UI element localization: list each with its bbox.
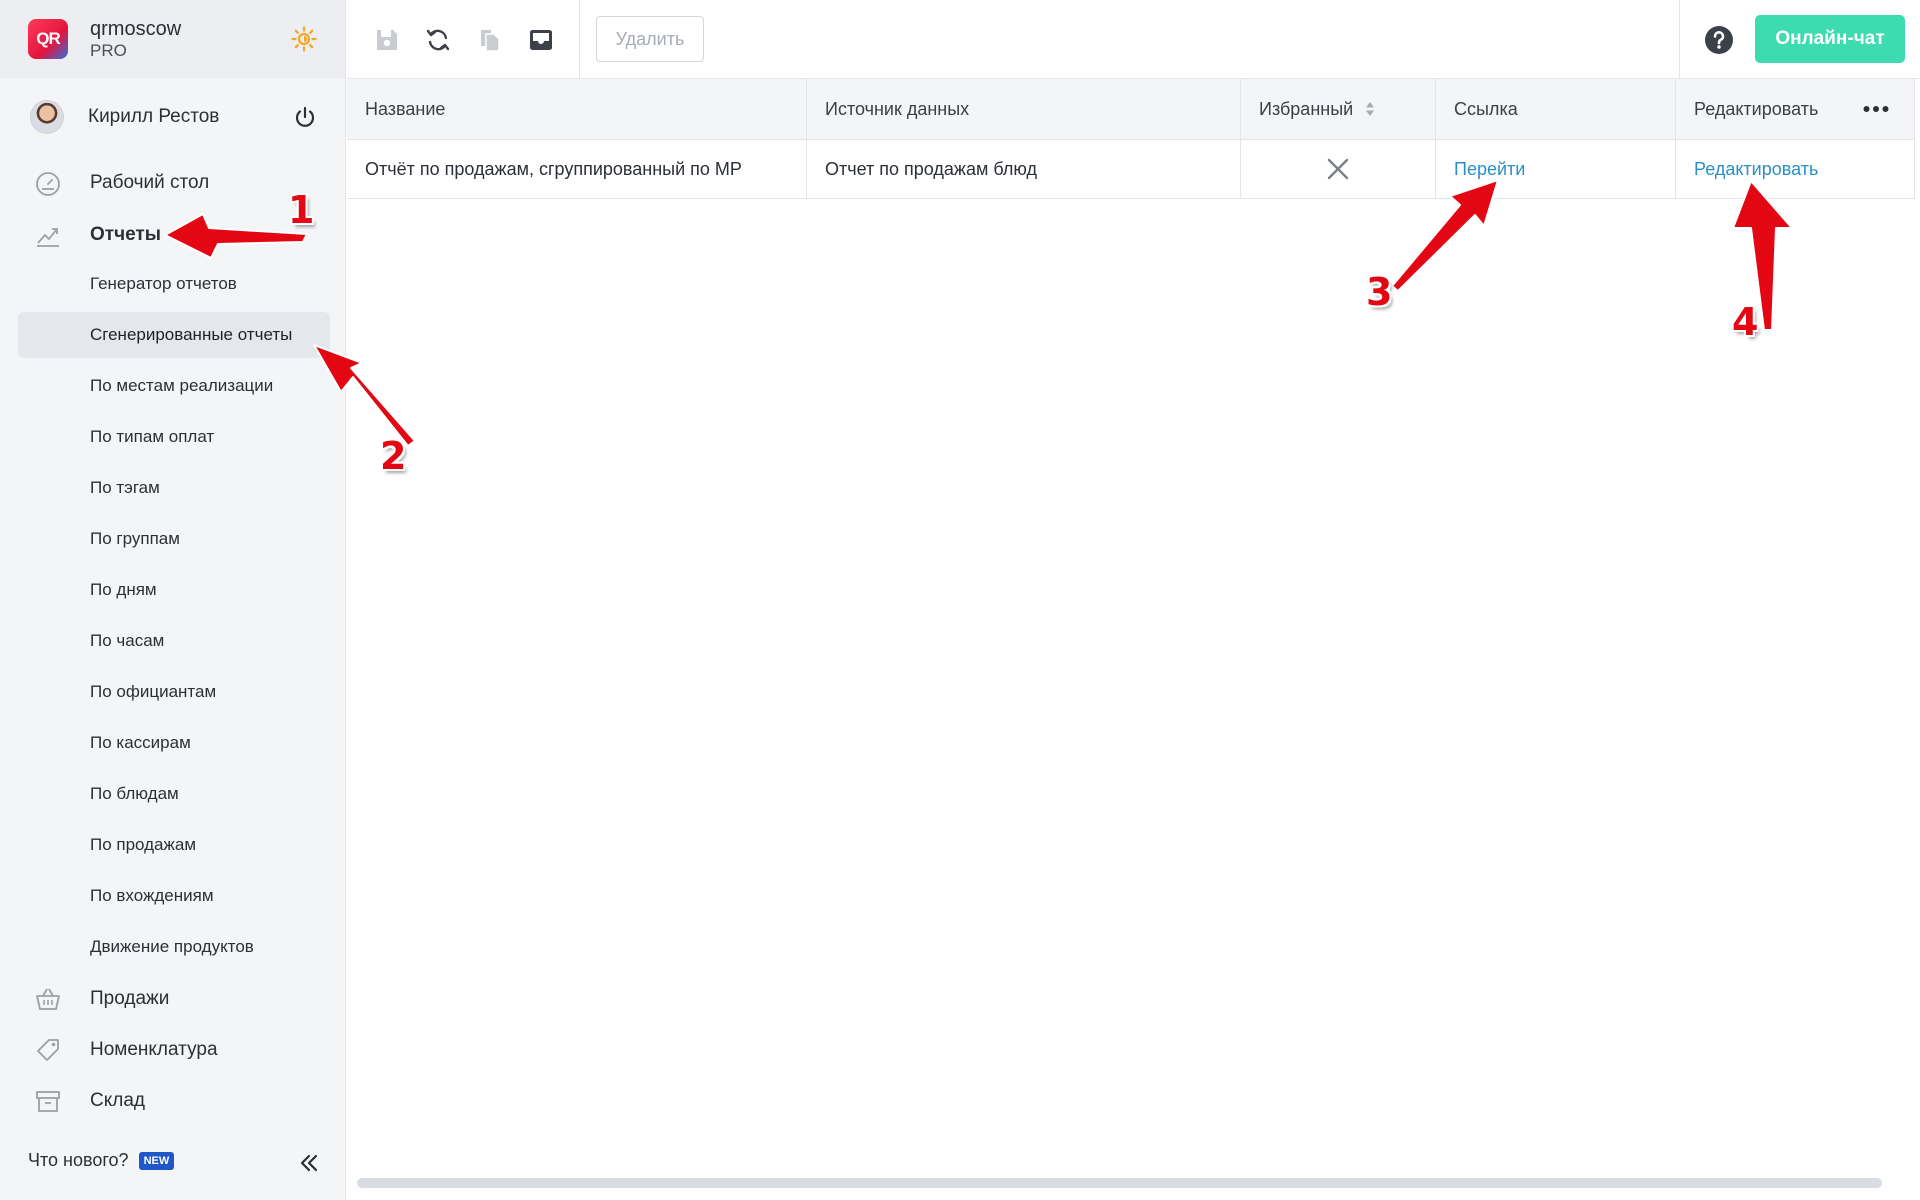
whats-new-label: Что нового? <box>28 1150 129 1170</box>
close-icon[interactable] <box>1327 158 1349 180</box>
toolbar-divider <box>579 0 580 79</box>
edit-report-link[interactable]: Редактировать <box>1694 159 1818 180</box>
report-name-text: Отчёт по продажам, сгруппированный по МР <box>365 158 742 179</box>
sidebar-subitem[interactable]: Движение продуктов <box>18 924 330 970</box>
sidebar-subitem-label: По блюдам <box>90 784 179 803</box>
sort-icon[interactable] <box>1365 101 1375 117</box>
sidebar-subitem[interactable]: По блюдам <box>18 771 330 817</box>
sidebar-subitem-label: Сгенерированные отчеты <box>90 325 293 344</box>
sidebar-subitem-label: По часам <box>90 631 165 650</box>
avatar[interactable] <box>30 100 64 134</box>
sidebar-subitem[interactable]: По официантам <box>18 669 330 715</box>
save-icon[interactable] <box>373 26 401 54</box>
column-header-source-label: Источник данных <box>825 98 970 119</box>
sidebar-subitem[interactable]: По вхождениям <box>18 873 330 919</box>
copy-icon[interactable] <box>476 26 504 54</box>
cell-favorite[interactable] <box>1241 140 1436 198</box>
online-chat-button[interactable]: Онлайн-чат <box>1755 15 1905 63</box>
qr-logo[interactable]: QR <box>28 19 68 59</box>
brand-text: qrmoscow PRO <box>90 17 181 61</box>
open-report-link[interactable]: Перейти <box>1454 159 1525 180</box>
sidebar-subitem[interactable]: По дням <box>18 567 330 613</box>
annotation-number-4: 4 <box>1732 300 1759 344</box>
user-name[interactable]: Кирилл Рестов <box>88 106 219 128</box>
dashboard-icon <box>36 172 60 196</box>
annotation-number-2: 2 <box>380 434 407 478</box>
sun-icon[interactable] <box>291 26 317 52</box>
data-source-text: Отчет по продажам блюд <box>825 158 1037 179</box>
table-row[interactable]: Отчёт по продажам, сгруппированный по МР… <box>347 140 1915 199</box>
sidebar-subitem[interactable]: По группам <box>18 516 330 562</box>
sidebar-subitem-label: По типам оплат <box>90 427 215 446</box>
nav-label-nomenclature: Номенклатура <box>90 1039 218 1060</box>
sidebar-subitem[interactable]: По кассирам <box>18 720 330 766</box>
annotation-number-3: 3 <box>1366 270 1393 314</box>
sidebar-subitem[interactable]: По продажам <box>18 822 330 868</box>
sidebar-subitem-label: По вхождениям <box>90 886 214 905</box>
nav-label-reports: Отчеты <box>90 224 161 245</box>
brand-name[interactable]: qrmoscow <box>90 17 181 41</box>
help-icon[interactable] <box>1704 25 1734 55</box>
brand-plan: PRO <box>90 40 127 60</box>
double-chevron-left-icon[interactable] <box>298 1152 320 1174</box>
column-header-favorite[interactable]: Избранный <box>1241 79 1436 139</box>
whats-new-link[interactable]: Что нового? NEW <box>28 1150 175 1171</box>
refresh-icon[interactable] <box>424 26 452 54</box>
table-header: Название Источник данных Избранный Ссылк… <box>347 79 1915 140</box>
archive-box-icon <box>36 1091 60 1112</box>
new-badge: NEW <box>138 1151 175 1170</box>
toolbar-divider-right <box>1679 0 1680 79</box>
sidebar-subitem-label: По кассирам <box>90 733 191 752</box>
column-header-favorite-label: Избранный <box>1259 98 1354 119</box>
nav-item-sales[interactable]: Продажи <box>0 984 346 1014</box>
tag-icon <box>37 1039 59 1061</box>
nav-label-warehouse: Склад <box>90 1090 145 1111</box>
sidebar-subitem[interactable]: По часам <box>18 618 330 664</box>
brand-header: QR qrmoscow PRO <box>0 0 345 78</box>
cell-report-name: Отчёт по продажам, сгруппированный по МР <box>347 140 807 198</box>
power-icon[interactable] <box>293 105 317 129</box>
sidebar-subitem[interactable]: По местам реализации <box>18 363 330 409</box>
sidebar-subitem-label: Движение продуктов <box>90 937 254 956</box>
column-header-link[interactable]: Ссылка <box>1436 79 1676 139</box>
chart-trend-icon <box>37 228 59 247</box>
sidebar-subitem[interactable]: По тэгам <box>18 465 330 511</box>
nav-item-warehouse[interactable]: Склад <box>0 1086 346 1116</box>
annotation-number-1: 1 <box>288 188 315 232</box>
nav-item-nomenclature[interactable]: Номенклатура <box>0 1035 346 1065</box>
cell-edit: Редактировать <box>1676 140 1915 198</box>
sidebar-subitem-label: По группам <box>90 529 180 548</box>
cell-data-source: Отчет по продажам блюд <box>807 140 1241 198</box>
basket-icon <box>36 988 60 1010</box>
delete-button[interactable]: Удалить <box>596 16 704 62</box>
cell-link: Перейти <box>1436 140 1676 198</box>
sidebar-subitem-label: Генератор отчетов <box>90 274 237 293</box>
sidebar-subitem-label: По официантам <box>90 682 217 701</box>
sidebar-subitem-label: По дням <box>90 580 157 599</box>
sidebar-subitem[interactable]: Генератор отчетов <box>18 261 330 307</box>
nav-label-sales: Продажи <box>90 988 170 1009</box>
sidebar-subitem-label: По продажам <box>90 835 197 854</box>
nav-label-desktop: Рабочий стол <box>90 172 210 193</box>
user-block: Кирилл Рестов <box>0 78 345 156</box>
reports-table: Название Источник данных Избранный Ссылк… <box>347 79 1915 199</box>
inbox-icon[interactable] <box>527 26 555 54</box>
sidebar-subitem-label: По тэгам <box>90 478 160 497</box>
more-dots-icon[interactable] <box>1863 105 1889 113</box>
sidebar-subitem[interactable]: Сгенерированные отчеты <box>18 312 330 358</box>
column-header-source[interactable]: Источник данных <box>807 79 1241 139</box>
sidebar-subitem-label: По местам реализации <box>90 376 274 395</box>
sidebar-subitem[interactable]: По типам оплат <box>18 414 330 460</box>
column-header-link-label: Ссылка <box>1454 98 1518 119</box>
horizontal-scrollbar[interactable] <box>357 1178 1882 1188</box>
sidebar: QR qrmoscow PRO Кирилл Рестов Рабочий ст… <box>0 0 346 1200</box>
toolbar: Удалить Онлайн-чат <box>347 0 1920 79</box>
column-header-edit-label: Редактировать <box>1694 98 1819 119</box>
column-header-name[interactable]: Название <box>347 79 807 139</box>
column-header-name-label: Название <box>365 98 446 119</box>
